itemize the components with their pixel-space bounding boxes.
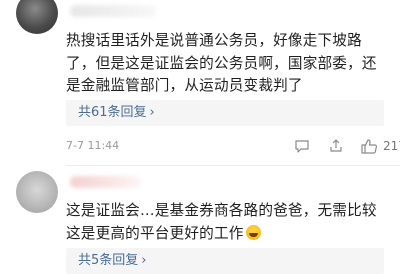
- view-replies-button[interactable]: 共5条回复 ›: [66, 248, 384, 274]
- username-blurred[interactable]: [70, 176, 142, 188]
- comment-line-text: 这是更高的平台更好的工作: [66, 224, 244, 242]
- comment-line: 这是证监会…是基金券商各路的爸爸，无需比较: [66, 202, 377, 219]
- avatar[interactable]: [16, 171, 58, 213]
- username-blurred[interactable]: [70, 5, 156, 17]
- comment-line: 热搜话里话外是说普通公务员，好像走下坡路: [66, 32, 362, 49]
- replies-count-label: 共61条回复: [78, 105, 147, 120]
- chevron-right-icon: ›: [149, 105, 155, 120]
- timestamp: 7-7 11:44: [66, 139, 120, 152]
- replies-count-label: 共5条回复: [78, 253, 139, 268]
- comment-line: 是金融监管部门，从运动员变裁判了: [66, 77, 303, 94]
- chevron-right-icon: ›: [141, 253, 147, 268]
- share-icon[interactable]: [328, 138, 344, 160]
- reply-icon[interactable]: [294, 138, 310, 160]
- divider: [66, 165, 400, 166]
- laughing-emoji-icon: [245, 224, 261, 240]
- comment-text: 这是证监会…是基金券商各路的爸爸，无需比较 这是更高的平台更好的工作: [66, 200, 388, 245]
- thumbs-up-icon[interactable]: [360, 138, 378, 160]
- comment-meta: 7-7 11:44 2173: [66, 137, 400, 155]
- avatar[interactable]: [16, 0, 58, 34]
- like-count: 2173: [383, 139, 400, 153]
- comment-line: 这是更高的平台更好的工作: [66, 223, 388, 246]
- comment-text: 热搜话里话外是说普通公务员，好像走下坡路 了，但是这是证监会的公务员啊，国家部委…: [66, 30, 388, 98]
- comment-line: 了，但是这是证监会的公务员啊，国家部委，还: [66, 54, 377, 72]
- view-replies-button[interactable]: 共61条回复 ›: [66, 100, 384, 126]
